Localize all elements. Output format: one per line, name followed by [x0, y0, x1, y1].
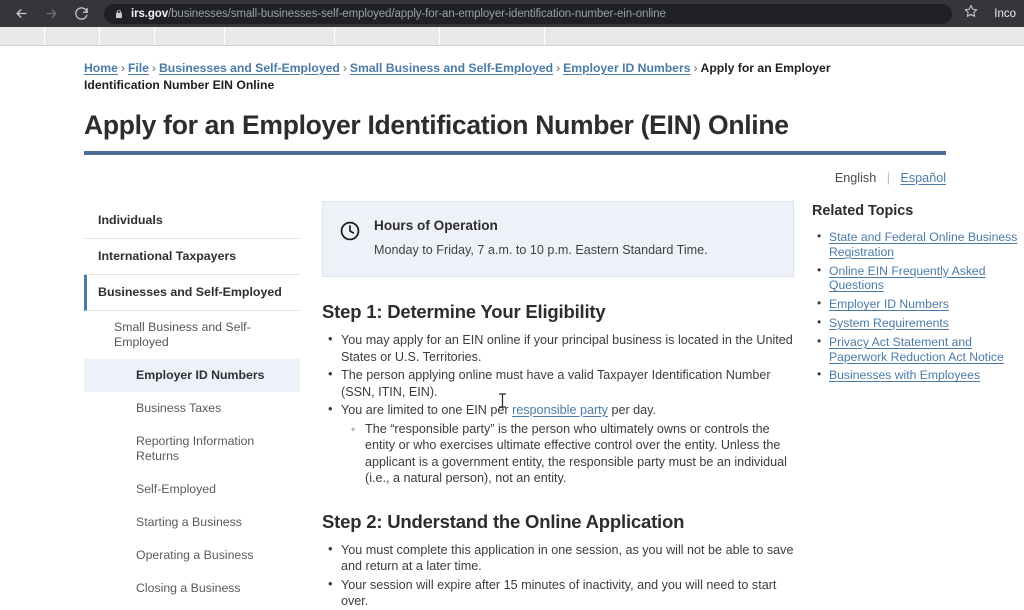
sidebar-item-international-taxpayers[interactable]: International Taxpayers [84, 239, 300, 275]
bookmark-item[interactable] [100, 27, 155, 45]
hours-description: Monday to Friday, 7 a.m. to 10 p.m. East… [374, 243, 708, 257]
content-wrapper: Home › File › Businesses and Self-Employed › S… [0, 46, 1024, 610]
hours-title: Hours of Operation [374, 218, 498, 233]
related-topic-link[interactable]: Online EIN Frequently Asked Questions [829, 264, 986, 293]
step1-bullet: You may apply for an EIN online if your … [328, 331, 794, 365]
step2-bullet: You must complete this application in on… [328, 541, 794, 575]
step2-heading: Step 2: Understand the Online Applicatio… [322, 510, 685, 532]
sidebar-item-business-taxes[interactable]: Business Taxes [84, 392, 300, 425]
related-topics-list: State and Federal Online Business Regist… [812, 229, 1024, 383]
step1-sub-bullet: The “responsible party” is the person wh… [351, 421, 794, 487]
sidebar-item-self-employed[interactable]: Self-Employed [84, 473, 300, 506]
sidebar-item-businesses-and-self-employed[interactable]: Businesses and Self-Employed [84, 275, 300, 311]
responsible-party-link[interactable]: responsible party [512, 403, 608, 417]
related-topic-item: State and Federal Online Business Regist… [817, 229, 1024, 260]
related-topic-link[interactable]: System Requirements [829, 316, 949, 330]
url-path: /businesses/small-businesses-self-employ… [168, 7, 666, 20]
language-espanol-link[interactable]: Español [900, 171, 946, 185]
star-icon [964, 4, 978, 23]
step1-bullet: The person applying online must have a v… [328, 366, 794, 400]
hours-text-block: Hours of Operation Monday to Friday, 7 a… [374, 218, 708, 258]
related-topic-link[interactable]: Businesses with Employees [829, 368, 980, 382]
bookmark-button[interactable] [960, 3, 982, 25]
forward-arrow-icon [44, 6, 59, 21]
step1-sub-list: The “responsible party” is the person wh… [341, 421, 794, 487]
language-current: English [834, 171, 877, 185]
bookmarks-bar[interactable] [0, 27, 1024, 46]
back-button[interactable] [8, 1, 34, 27]
forward-button[interactable] [38, 1, 64, 27]
sidebar-item-small-business-and-self-employed[interactable]: Small Business and Self-Employed [84, 311, 300, 359]
bookmark-item[interactable] [440, 27, 545, 45]
reload-button[interactable] [68, 1, 94, 27]
sidebar-item-industries-professions[interactable]: Industries/Professions [84, 605, 300, 610]
breadcrumb-link[interactable]: Businesses and Self-Employed [159, 61, 340, 75]
bookmark-item[interactable] [225, 27, 335, 45]
related-topics-title: Related Topics [812, 203, 914, 219]
main-content: Hours of Operation Monday to Friday, 7 a… [300, 201, 812, 610]
bookmark-item[interactable] [335, 27, 440, 45]
breadcrumb-separator: › [151, 61, 156, 75]
breadcrumb: Home › File › Businesses and Self-Employed › S… [84, 60, 844, 94]
sidebar-item-reporting-information-returns[interactable]: Reporting Information Returns [84, 425, 300, 473]
breadcrumb-separator: › [342, 61, 347, 75]
related-topic-item: Online EIN Frequently Asked Questions [817, 263, 1024, 294]
language-toggle: English | Español [84, 171, 946, 185]
back-arrow-icon [14, 6, 29, 21]
clock-icon [339, 220, 361, 247]
profile-label[interactable]: Inco [994, 8, 1016, 20]
related-topic-item: Businesses with Employees [817, 367, 1024, 383]
breadcrumb-link[interactable]: Small Business and Self-Employed [350, 61, 553, 75]
bookmark-item[interactable] [155, 27, 225, 45]
related-topic-item: System Requirements [817, 315, 1024, 331]
related-topic-link[interactable]: Employer ID Numbers [829, 297, 949, 311]
related-topic-link[interactable]: State and Federal Online Business Regist… [829, 230, 1017, 259]
breadcrumb-separator: › [556, 61, 561, 75]
breadcrumb-link[interactable]: Employer ID Numbers [563, 61, 690, 75]
step2-bullet-list: You must complete this application in on… [322, 541, 794, 610]
related-topics-panel: Related Topics State and Federal Online … [812, 201, 1024, 610]
sidebar-item-employer-id-numbers[interactable]: Employer ID Numbers [84, 359, 300, 392]
breadcrumb-separator: › [120, 61, 125, 75]
step1-bullet-list: You may apply for an EIN online if your … [322, 331, 794, 487]
sidebar-nav: Individuals International Taxpayers Busine… [84, 201, 300, 610]
reload-icon [74, 6, 89, 21]
step1-bullet: You are limited to one EIN per responsib… [328, 401, 794, 487]
step2-bullet: Your session will expire after 15 minute… [328, 576, 794, 610]
breadcrumb-link[interactable]: Home [84, 61, 118, 75]
page-title: Apply for an Employer Identification Num… [84, 110, 789, 140]
sidebar-item-individuals[interactable]: Individuals [84, 203, 300, 239]
related-topic-item: Privacy Act Statement and Paperwork Redu… [817, 334, 1024, 365]
three-column-layout: Individuals International Taxpayers Busine… [84, 201, 1024, 610]
sidebar-item-operating-a-business[interactable]: Operating a Business [84, 539, 300, 572]
language-divider: | [886, 171, 890, 185]
sidebar-item-starting-a-business[interactable]: Starting a Business [84, 506, 300, 539]
related-topic-item: Employer ID Numbers [817, 296, 1024, 312]
url-text: irs.gov/businesses/small-businesses-self… [131, 8, 666, 20]
url-host: irs.gov [131, 7, 169, 20]
address-bar[interactable]: irs.gov/businesses/small-businesses-self… [104, 3, 953, 24]
title-rule [84, 151, 946, 155]
bookmark-item[interactable] [45, 27, 100, 45]
step1-heading: Step 1: Determine Your Eligibility [322, 301, 606, 322]
related-topic-link[interactable]: Privacy Act Statement and Paperwork Redu… [829, 335, 1004, 364]
breadcrumb-separator: › [693, 61, 698, 75]
browser-toolbar: irs.gov/businesses/small-businesses-self… [0, 0, 1024, 27]
hours-of-operation-box: Hours of Operation Monday to Friday, 7 a… [322, 201, 794, 277]
bookmark-item[interactable] [0, 27, 45, 45]
sidebar-item-closing-a-business[interactable]: Closing a Business [84, 572, 300, 605]
lock-icon [114, 9, 124, 19]
breadcrumb-link[interactable]: File [128, 61, 149, 75]
page-viewport: Home › File › Businesses and Self-Employed › S… [0, 46, 1024, 610]
